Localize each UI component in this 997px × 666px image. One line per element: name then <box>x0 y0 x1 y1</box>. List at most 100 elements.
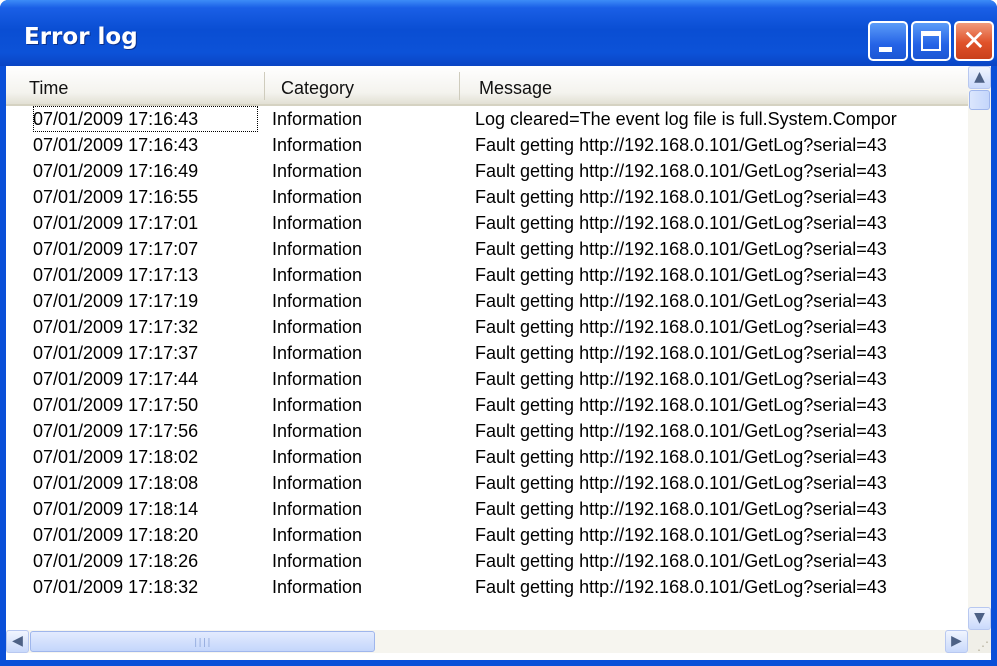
cell-time: 07/01/2009 17:17:32 <box>33 317 199 337</box>
table-row[interactable]: 07/01/2009 17:18:20 Information Fault gett… <box>6 522 968 548</box>
vertical-scroll-thumb[interactable] <box>969 90 990 110</box>
cell-message: Fault getting http://192.168.0.101/GetLo… <box>475 161 887 181</box>
cell-message: Fault getting http://192.168.0.101/GetLo… <box>475 213 887 233</box>
minimize-icon <box>879 47 892 52</box>
arrow-left-icon: ◀ <box>12 633 23 649</box>
cell-message: Fault getting http://192.168.0.101/GetLo… <box>475 421 887 441</box>
cell-time: 07/01/2009 17:16:55 <box>33 187 199 207</box>
cell-time: 07/01/2009 17:17:50 <box>33 395 199 415</box>
table-row[interactable]: 07/01/2009 17:17:37 Information Fault gett… <box>6 340 968 366</box>
table-row[interactable]: 07/01/2009 17:17:44 Information Fault gett… <box>6 366 968 392</box>
cell-category: Information <box>272 421 363 441</box>
table-row[interactable]: 07/01/2009 17:18:14 Information Fault gett… <box>6 496 968 522</box>
table-row[interactable]: 07/01/2009 17:18:26 Information Fault gett… <box>6 548 968 574</box>
scroll-left-button[interactable]: ◀ <box>6 630 29 653</box>
table-row[interactable]: 07/01/2009 17:16:43 Information Log cleare… <box>6 106 968 132</box>
cell-category: Information <box>272 213 363 233</box>
grip-lines-icon: |||| <box>193 638 212 648</box>
column-divider[interactable] <box>459 72 460 100</box>
cell-time: 07/01/2009 17:17:37 <box>33 343 199 363</box>
cell-time: 07/01/2009 17:18:02 <box>33 447 199 467</box>
cell-message: Fault getting http://192.168.0.101/GetLo… <box>475 317 887 337</box>
cell-message: Fault getting http://192.168.0.101/GetLo… <box>475 577 887 597</box>
column-header-message[interactable]: Message <box>479 66 959 104</box>
cell-category: Information <box>272 343 363 363</box>
column-header: Time Category Message <box>6 66 968 106</box>
cell-category: Information <box>272 291 363 311</box>
table-row[interactable]: 07/01/2009 17:17:19 Information Fault gett… <box>6 288 968 314</box>
cell-message: Log cleared=The event log file is full.S… <box>475 109 897 129</box>
cell-time: 07/01/2009 17:18:08 <box>33 473 199 493</box>
minimize-button[interactable] <box>868 21 908 61</box>
horizontal-scroll-thumb[interactable]: |||| <box>30 631 375 652</box>
title-bar[interactable]: Error log ✕ <box>0 0 997 66</box>
cell-category: Information <box>272 109 363 129</box>
table-row[interactable]: 07/01/2009 17:16:55 Information Fault gett… <box>6 184 968 210</box>
size-grip[interactable]: ⋰ <box>968 630 991 653</box>
cell-time: 07/01/2009 17:17:19 <box>33 291 199 311</box>
cell-message: Fault getting http://192.168.0.101/GetLo… <box>475 291 887 311</box>
cell-time: 07/01/2009 17:16:43 <box>33 135 199 155</box>
table-row[interactable]: 07/01/2009 17:18:32 Information Fault gett… <box>6 574 968 600</box>
cell-category: Information <box>272 525 363 545</box>
cell-category: Information <box>272 317 363 337</box>
cell-message: Fault getting http://192.168.0.101/GetLo… <box>475 525 887 545</box>
scroll-up-button[interactable]: ▲ <box>968 66 991 89</box>
table-row[interactable]: 07/01/2009 17:18:08 Information Fault gett… <box>6 470 968 496</box>
column-header-time[interactable]: Time <box>29 66 259 104</box>
cell-time: 07/01/2009 17:18:14 <box>33 499 199 519</box>
cell-category: Information <box>272 161 363 181</box>
cell-category: Information <box>272 135 363 155</box>
cell-time: 07/01/2009 17:17:56 <box>33 421 199 441</box>
cell-time: 07/01/2009 17:17:01 <box>33 213 199 233</box>
cell-message: Fault getting http://192.168.0.101/GetLo… <box>475 395 887 415</box>
table-row[interactable]: 07/01/2009 17:16:49 Information Fault gett… <box>6 158 968 184</box>
table-row[interactable]: 07/01/2009 17:17:32 Information Fault gett… <box>6 314 968 340</box>
column-header-category[interactable]: Category <box>281 66 451 104</box>
close-button[interactable]: ✕ <box>954 21 994 61</box>
window-title: Error log <box>24 24 138 50</box>
cell-time: 07/01/2009 17:17:44 <box>33 369 199 389</box>
horizontal-scrollbar[interactable]: ◀ |||| ▶ <box>6 630 968 653</box>
cell-category: Information <box>272 551 363 571</box>
cell-time: 07/01/2009 17:17:13 <box>33 265 199 285</box>
cell-category: Information <box>272 265 363 285</box>
error-log-window: Error log ✕ Time Category Message 07/01/… <box>0 0 997 666</box>
log-list-view[interactable]: Time Category Message 07/01/2009 17:16:4… <box>6 66 991 660</box>
cell-message: Fault getting http://192.168.0.101/GetLo… <box>475 473 887 493</box>
cell-message: Fault getting http://192.168.0.101/GetLo… <box>475 447 887 467</box>
cell-message: Fault getting http://192.168.0.101/GetLo… <box>475 187 887 207</box>
table-row[interactable]: 07/01/2009 17:18:02 Information Fault gett… <box>6 444 968 470</box>
table-row[interactable]: 07/01/2009 17:17:13 Information Fault gett… <box>6 262 968 288</box>
table-row[interactable]: 07/01/2009 17:17:07 Information Fault gett… <box>6 236 968 262</box>
cell-message: Fault getting http://192.168.0.101/GetLo… <box>475 239 887 259</box>
arrow-down-icon: ▼ <box>974 610 985 626</box>
scroll-right-button[interactable]: ▶ <box>945 630 968 653</box>
cell-category: Information <box>272 369 363 389</box>
table-row[interactable]: 07/01/2009 17:16:43 Information Fault gett… <box>6 132 968 158</box>
cell-category: Information <box>272 473 363 493</box>
arrow-right-icon: ▶ <box>951 633 962 649</box>
cell-time: 07/01/2009 17:17:07 <box>33 239 199 259</box>
cell-message: Fault getting http://192.168.0.101/GetLo… <box>475 551 887 571</box>
table-row[interactable]: 07/01/2009 17:17:01 Information Fault gett… <box>6 210 968 236</box>
table-row[interactable]: 07/01/2009 17:17:50 Information Fault gett… <box>6 392 968 418</box>
close-icon: ✕ <box>962 24 986 57</box>
cell-message: Fault getting http://192.168.0.101/GetLo… <box>475 343 887 363</box>
scroll-down-button[interactable]: ▼ <box>968 607 991 630</box>
cell-category: Information <box>272 187 363 207</box>
maximize-icon <box>921 31 941 51</box>
maximize-button[interactable] <box>911 21 951 61</box>
arrow-up-icon: ▲ <box>974 69 985 85</box>
vertical-scrollbar[interactable]: ▲ ▼ <box>968 66 991 630</box>
cell-time: 07/01/2009 17:18:20 <box>33 525 199 545</box>
column-divider[interactable] <box>264 72 265 100</box>
cell-category: Information <box>272 239 363 259</box>
cell-time: 07/01/2009 17:18:32 <box>33 577 199 597</box>
table-row[interactable]: 07/01/2009 17:17:56 Information Fault gett… <box>6 418 968 444</box>
cell-message: Fault getting http://192.168.0.101/GetLo… <box>475 369 887 389</box>
cell-message: Fault getting http://192.168.0.101/GetLo… <box>475 135 887 155</box>
cell-time: 07/01/2009 17:16:49 <box>33 161 199 181</box>
cell-category: Information <box>272 447 363 467</box>
cell-message: Fault getting http://192.168.0.101/GetLo… <box>475 499 887 519</box>
